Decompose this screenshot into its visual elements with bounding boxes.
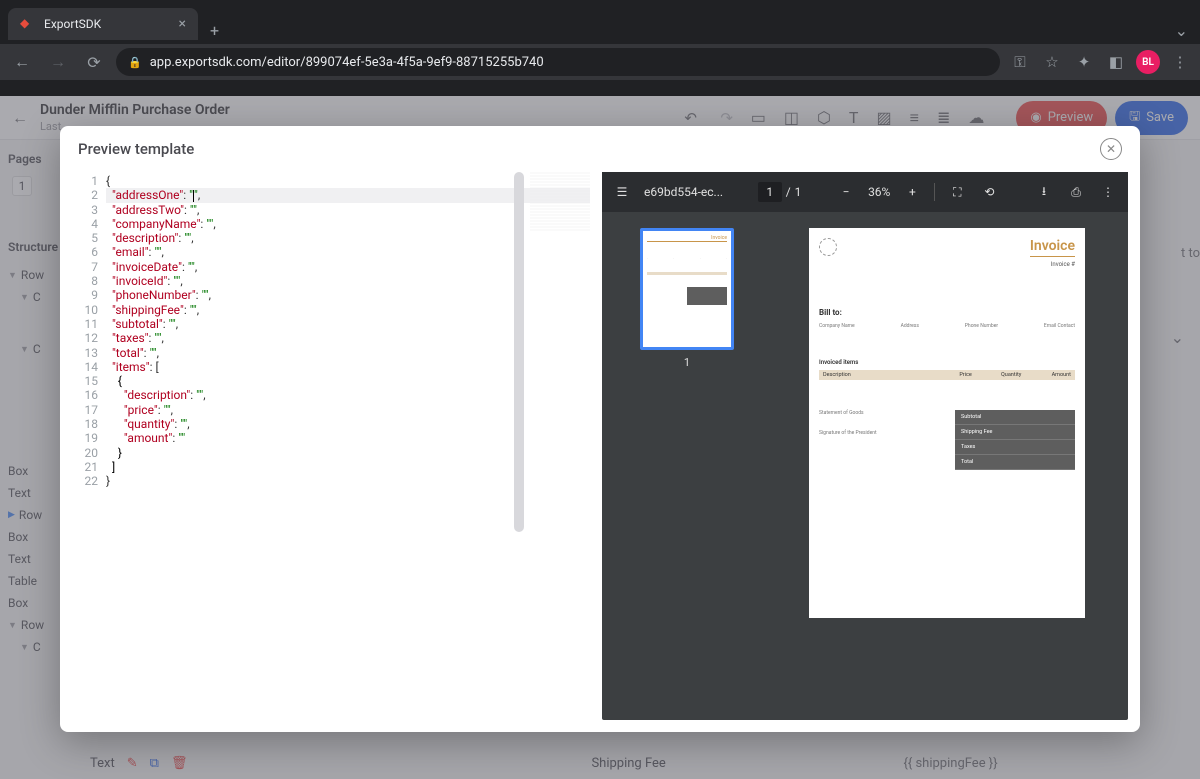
zoom-out-icon[interactable]: − [836,185,856,199]
browser-tab[interactable]: ◆ ExportSDK × [8,8,198,40]
url-box[interactable]: 🔒 app.exportsdk.com/editor/899074ef-5e3a… [116,48,1000,76]
star-icon[interactable]: ☆ [1040,53,1064,71]
download-icon[interactable]: ⭳ [1034,182,1054,203]
preview-modal: Preview template ✕ 123456789101112131415… [60,126,1140,732]
invoiced-items-label: Invoiced items [819,359,1075,366]
sidebar-toggle-icon[interactable]: ☰ [612,185,632,199]
back-button[interactable]: ← [8,52,36,72]
reload-button[interactable]: ⟳ [80,53,108,72]
modal-overlay: Preview template ✕ 123456789101112131415… [0,96,1200,779]
signature-block: Statement of Goods Signature of the Pres… [819,410,947,470]
json-editor[interactable]: 12345678910111213141516171819202122 { "a… [60,172,590,720]
profile-avatar[interactable]: BL [1136,50,1160,74]
fit-page-icon[interactable]: ⛶ [947,185,967,200]
lock-icon: 🔒 [128,56,142,69]
site-icon: ◆ [20,16,36,32]
modal-close-button[interactable]: ✕ [1100,138,1122,160]
line-gutter: 12345678910111213141516171819202122 [60,174,106,720]
rotate-icon[interactable]: ⟲ [979,185,999,199]
modal-title: Preview template [78,140,194,158]
billto-columns: Company Name Address Phone Number Email … [819,323,1075,329]
key-icon[interactable]: ⚿ [1008,53,1032,71]
totals-block: Subtotal Shipping Fee Taxes Total [955,410,1075,470]
pdf-filename: e69bd554-ec... [644,185,723,199]
tabs-overflow-icon[interactable]: ⌄ [1163,21,1200,40]
current-page[interactable]: 1 [758,182,782,202]
tab-title: ExportSDK [44,17,171,31]
invoice-title: Invoice [1030,238,1075,254]
invoice-page: Invoice Invoice # Bill to: Company Name … [809,228,1085,618]
page-thumbnail[interactable]: Invoice ···· [640,228,734,350]
tab-bar: ◆ ExportSDK × + ⌄ [0,0,1200,40]
browser-chrome: ◆ ExportSDK × + ⌄ ← → ⟳ 🔒 app.exportsdk.… [0,0,1200,96]
print-icon[interactable]: ⎙ [1066,185,1086,200]
invoice-number-label: Invoice # [1030,261,1075,268]
page-view[interactable]: Invoice Invoice # Bill to: Company Name … [772,212,1128,720]
close-tab-icon[interactable]: × [179,16,186,32]
minimap[interactable] [530,172,590,232]
address-bar: ← → ⟳ 🔒 app.exportsdk.com/editor/899074e… [0,44,1200,80]
zoom-in-icon[interactable]: + [902,185,922,199]
modal-header: Preview template ✕ [60,126,1140,172]
url-text: app.exportsdk.com/editor/899074ef-5e3a-4… [150,55,544,70]
pdf-viewer: ☰ e69bd554-ec... 1 / 1 − 36% + ⛶ ⟲ [602,172,1128,720]
new-tab-button[interactable]: + [198,21,231,40]
billto-label: Bill to: [819,308,1075,317]
scrollbar[interactable] [514,172,524,720]
sidepanel-icon[interactable]: ◧ [1104,53,1128,71]
extensions-icon[interactable]: ✦ [1072,53,1096,71]
forward-button[interactable]: → [44,52,72,72]
thumbnail-panel: Invoice ···· 1 [602,212,772,720]
pdf-toolbar: ☰ e69bd554-ec... 1 / 1 − 36% + ⛶ ⟲ [602,172,1128,212]
page-indicator: 1 / 1 [758,182,802,202]
more-icon[interactable]: ⋮ [1098,185,1118,199]
browser-menu-icon[interactable]: ⋮ [1168,53,1192,71]
items-table-header: Description Price Quantity Amount [819,370,1075,380]
thumbnail-number: 1 [684,356,690,369]
zoom-level: 36% [868,185,890,199]
invoice-logo-placeholder [819,238,837,256]
total-pages: 1 [795,185,802,199]
